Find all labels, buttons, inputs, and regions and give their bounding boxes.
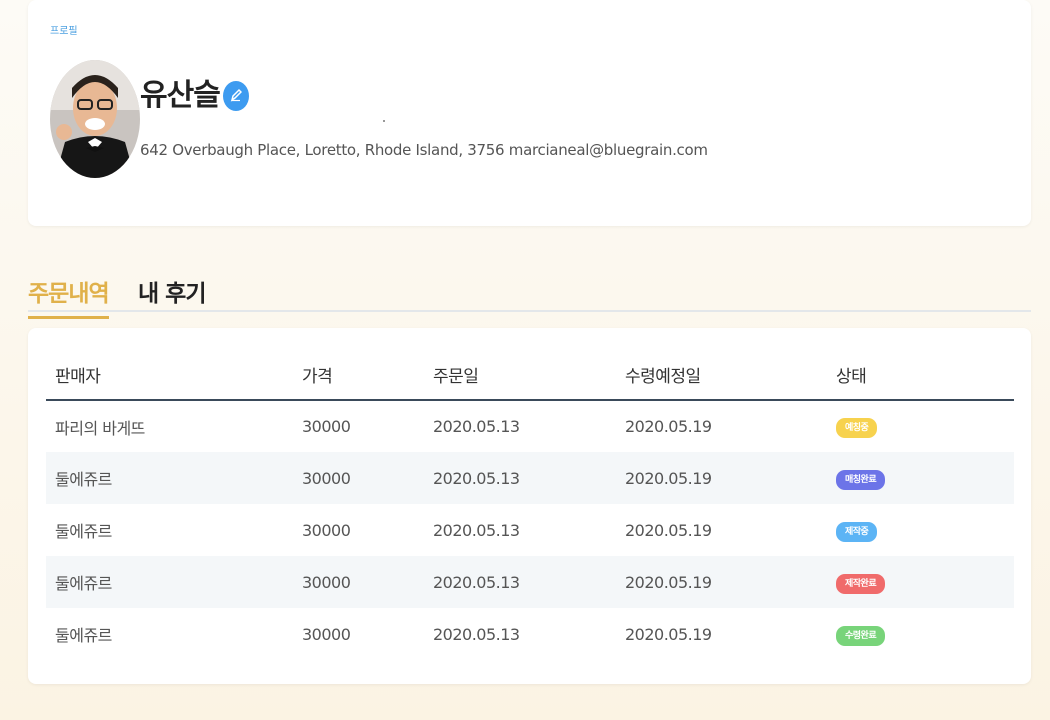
cell-seller: 파리의 바게뜨 (55, 418, 145, 438)
cell-order-date: 2020.05.13 (424, 452, 616, 504)
cell-order-date: 2020.05.13 (433, 417, 520, 436)
cell-pickup-date: 2020.05.19 (625, 520, 712, 540)
profile-label: 프로필 (50, 26, 78, 37)
cell-status: 제작완료 (827, 556, 1014, 608)
header-price: 가격 (293, 350, 424, 401)
cell-pickup-date: 2020.05.19 (616, 556, 827, 608)
status-badge: 매칭완료 (836, 469, 886, 490)
cell-order-date: 2020.05.13 (433, 624, 520, 644)
cell-seller: 둘에쥬르 (46, 452, 293, 504)
pencil-icon (230, 87, 243, 106)
divider-dot (383, 120, 385, 122)
header-pickup-date: 수령예정일 (616, 350, 827, 401)
tab-bar: 주문내역 내 후기 (28, 270, 1031, 319)
status-badge: 제작완료 (836, 573, 886, 594)
table-row[interactable]: 파리의 바게뜨 30000 2020.05.13 2020.05.19 예칭중 (46, 400, 1014, 452)
cell-seller: 둘에쥬르 (46, 556, 293, 608)
profile-address: 642 Overbaugh Place, Loretto, Rhode Isla… (140, 141, 708, 159)
header-seller: 판매자 (46, 350, 293, 401)
orders-table-card: 판매자 가격 주문일 수령예정일 상태 파리의 바게뜨 30000 2020.05.… (28, 328, 1031, 684)
edit-profile-button[interactable] (223, 81, 249, 111)
header-order-date: 주문일 (424, 350, 616, 401)
profile-card: 프로필 유산슬 642 Overbaugh Place, Loretto, Rh… (28, 0, 1031, 226)
cell-seller: 둘에쥬르 (55, 626, 112, 645)
cell-order-date: 2020.05.13 (424, 556, 616, 608)
table-header-row: 판매자 가격 주문일 수령예정일 상태 (46, 350, 1014, 401)
header-status: 상태 (827, 350, 1014, 401)
cell-seller: 둘에쥬르 (55, 522, 112, 541)
tab-orders[interactable]: 주문내역 (28, 274, 110, 319)
cell-pickup-date: 2020.05.19 (625, 417, 712, 436)
cell-price: 30000 (302, 624, 351, 644)
cell-status: 예칭중 (827, 400, 1014, 452)
table-row[interactable]: 둘에쥬르 30000 2020.05.13 2020.05.19 매칭완료 (46, 452, 1014, 504)
cell-price: 30000 (293, 556, 424, 608)
cell-price: 30000 (302, 520, 351, 540)
profile-name: 유산슬 (140, 78, 221, 113)
cell-order-date: 2020.05.13 (433, 520, 520, 540)
status-badge: 수령완료 (836, 625, 886, 646)
status-badge: 예칭중 (836, 418, 878, 438)
orders-table: 판매자 가격 주문일 수령예정일 상태 파리의 바게뜨 30000 2020.05.… (46, 350, 1014, 660)
cell-pickup-date: 2020.05.19 (616, 452, 827, 504)
cell-price: 30000 (293, 452, 424, 504)
avatar (50, 60, 140, 178)
cell-pickup-date: 2020.05.19 (625, 624, 712, 644)
table-row[interactable]: 둘에쥬르 30000 2020.05.13 2020.05.19 제작중 (46, 504, 1014, 556)
cell-price: 30000 (302, 417, 351, 436)
cell-status: 매칭완료 (827, 452, 1014, 504)
tab-reviews[interactable]: 내 후기 (138, 274, 206, 316)
cell-status: 제작중 (827, 504, 1014, 556)
status-badge: 제작중 (836, 521, 878, 542)
table-row[interactable]: 둘에쥬르 30000 2020.05.13 2020.05.19 수령완료 (46, 608, 1014, 660)
table-row[interactable]: 둘에쥬르 30000 2020.05.13 2020.05.19 제작완료 (46, 556, 1014, 608)
cell-status: 수령완료 (827, 608, 1014, 660)
